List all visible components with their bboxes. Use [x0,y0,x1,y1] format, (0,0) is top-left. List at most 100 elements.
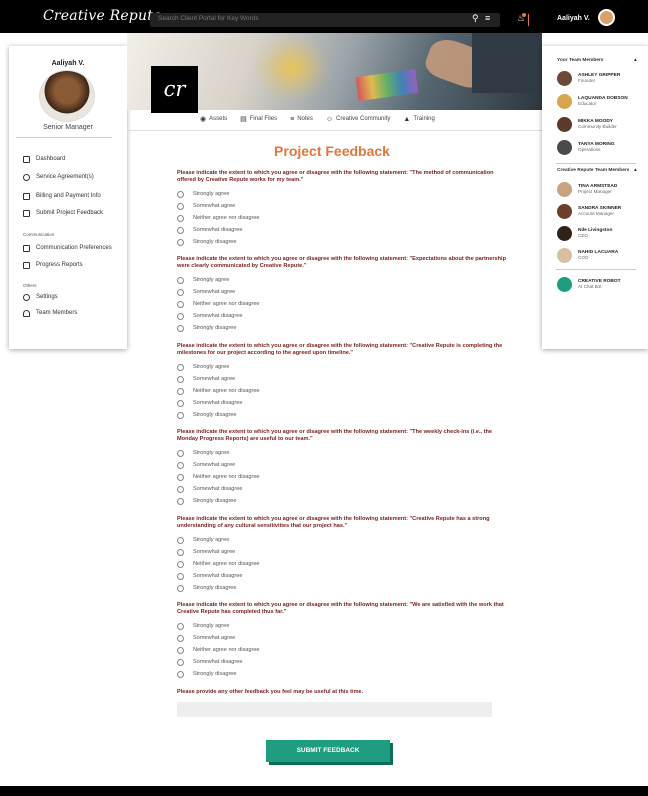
question-text: Please indicate the extent to which you … [177,602,504,615]
radio-button[interactable] [177,411,184,419]
radio-button[interactable] [177,214,184,222]
radio-button[interactable] [177,584,184,592]
team-member[interactable]: LAQUANDA DOBSON Educator [557,93,628,109]
radio-button[interactable] [177,288,184,296]
radio-button[interactable] [177,560,184,568]
radio-button[interactable] [177,646,184,654]
radio-option[interactable]: Strongly agree [177,622,229,630]
sidebar-item-progress-reports[interactable]: Progress Reports [23,260,83,270]
team-member[interactable]: SANDRA SKINNER Account Manager [557,203,621,219]
tab-assets[interactable]: ◉ Assets [200,115,227,123]
team-member[interactable]: ASHLEY GRIPPER Founder [557,70,620,86]
sidebar-item-communication-preferences[interactable]: Communication Preferences [23,243,112,253]
tab-creative-community[interactable]: ☺ Creative Community [326,116,391,123]
radio-option[interactable]: Strongly agree [177,363,229,371]
radio-option[interactable]: Neither agree nor disagree [177,387,260,395]
radio-option[interactable]: Neither agree nor disagree [177,214,260,222]
billing-icon [23,192,30,200]
sidebar-item-submit-feedback[interactable]: Submit Project Feedback [23,208,103,218]
radio-button[interactable] [177,238,184,246]
radio-button[interactable] [177,548,184,556]
radio-option[interactable]: Strongly agree [177,449,229,457]
radio-button[interactable] [177,399,184,407]
radio-label: Strongly disagree [193,325,237,331]
radio-button[interactable] [177,324,184,332]
sidebar-item-dashboard[interactable]: Dashboard [23,154,65,164]
chevron-up-icon[interactable]: ▲ [633,58,638,63]
radio-button[interactable] [177,202,184,210]
chat-bot-member[interactable]: CREATIVE ROBOT AI Chat Bot [557,276,621,292]
radio-option[interactable]: Somewhat disagree [177,312,242,320]
team-member[interactable]: NAHID LACUARA COO [557,247,618,263]
radio-option[interactable]: Neither agree nor disagree [177,473,260,481]
radio-option[interactable]: Neither agree nor disagree [177,300,260,308]
radio-option[interactable]: Somewhat agree [177,548,235,556]
radio-option[interactable]: Somewhat agree [177,288,235,296]
search-icon[interactable]: ⚲ [472,13,479,24]
radio-button[interactable] [177,497,184,505]
chevron-up-icon[interactable]: ▲ [633,168,638,173]
radio-option[interactable]: Strongly agree [177,536,229,544]
team-member[interactable]: Nile Livingston CEO [557,225,612,241]
radio-option[interactable]: Strongly disagree [177,670,237,678]
radio-option[interactable]: Strongly disagree [177,497,237,505]
radio-button[interactable] [177,300,184,308]
radio-button[interactable] [177,536,184,544]
radio-option[interactable]: Neither agree nor disagree [177,646,260,654]
user-name[interactable]: Aaliyah V. [557,15,590,22]
radio-option[interactable]: Strongly agree [177,276,229,284]
sidebar-item-team-members[interactable]: Team Members [23,308,77,318]
sidebar-item-settings[interactable]: Settings [23,292,58,302]
filter-icon[interactable]: ≡ [485,13,490,23]
radio-button[interactable] [177,670,184,678]
radio-option[interactable]: Somewhat disagree [177,572,242,580]
radio-option[interactable]: Strongly agree [177,190,229,198]
radio-option[interactable]: Neither agree nor disagree [177,560,260,568]
radio-button[interactable] [177,449,184,457]
tab-label: Assets [209,116,228,122]
radio-button[interactable] [177,485,184,493]
team-member[interactable]: MIKKA MOODY Community Builder [557,116,617,132]
radio-button[interactable] [177,312,184,320]
notification-badge [522,13,526,17]
brand-logo[interactable]: Creative Repute [43,8,162,24]
radio-option[interactable]: Somewhat disagree [177,399,242,407]
radio-button[interactable] [177,622,184,630]
radio-option[interactable]: Strongly disagree [177,411,237,419]
radio-option[interactable]: Somewhat disagree [177,226,242,234]
radio-option[interactable]: Somewhat disagree [177,485,242,493]
team-member[interactable]: TANYA MORING Operations [557,139,615,155]
sidebar-item-service-agreements[interactable]: Service Agreement(s) [23,172,94,182]
radio-option[interactable]: Strongly disagree [177,324,237,332]
radio-option[interactable]: Strongly disagree [177,584,237,592]
radio-option[interactable]: Strongly disagree [177,238,237,246]
radio-button[interactable] [177,375,184,383]
submit-feedback-button[interactable]: SUBMIT FEEDBACK [266,740,390,762]
radio-option[interactable]: Somewhat agree [177,202,235,210]
radio-button[interactable] [177,190,184,198]
tab-final-files[interactable]: ▤ Final Files [240,115,277,123]
sidebar-item-billing[interactable]: Billing and Payment Info [23,191,101,201]
radio-button[interactable] [177,363,184,371]
radio-button[interactable] [177,572,184,580]
other-feedback-input[interactable] [177,702,492,717]
tab-training[interactable]: ▲ Training [403,116,434,123]
radio-option[interactable]: Somewhat agree [177,375,235,383]
team-member[interactable]: TINA ARMSTEAD Project Manager [557,181,617,197]
radio-button[interactable] [177,226,184,234]
radio-button[interactable] [177,634,184,642]
radio-label: Somewhat disagree [193,227,243,233]
radio-option[interactable]: Somewhat agree [177,461,235,469]
sidebar-item-label: Team Members [36,310,78,316]
radio-button[interactable] [177,658,184,666]
radio-option[interactable]: Somewhat agree [177,634,235,642]
radio-option[interactable]: Somewhat disagree [177,658,242,666]
top-navbar: Creative Repute Search Client Portal for… [0,0,648,33]
radio-button[interactable] [177,461,184,469]
profile-avatar [39,70,95,122]
radio-button[interactable] [177,473,184,481]
radio-button[interactable] [177,387,184,395]
tab-notes[interactable]: ≡ Notes [290,116,313,123]
radio-button[interactable] [177,276,184,284]
avatar[interactable] [598,9,615,26]
